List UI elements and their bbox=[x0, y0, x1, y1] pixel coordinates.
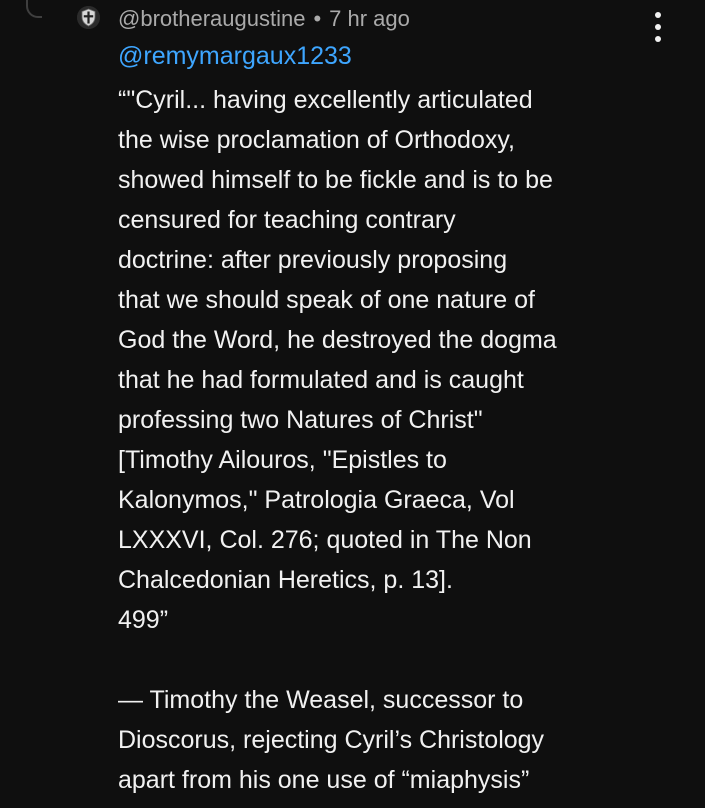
comment-line: professing two Natures of Christ" bbox=[118, 406, 483, 434]
comment-line: that we should speak of one nature of bbox=[118, 286, 535, 314]
menu-dot bbox=[655, 24, 661, 30]
menu-dot bbox=[655, 36, 661, 42]
comment-line: censured for teaching contrary bbox=[118, 206, 456, 234]
comment-line: Dioscorus, rejecting Cyril’s Christology bbox=[118, 726, 545, 754]
timestamp[interactable]: 7 hr ago bbox=[329, 6, 410, 32]
comment-line: Kalonymos," Patrologia Graeca, Vol bbox=[118, 486, 515, 514]
reply-thread-line bbox=[26, 0, 42, 18]
comment-line: — Timothy the Weasel, successor to bbox=[118, 686, 524, 714]
menu-dot bbox=[655, 12, 661, 18]
comment-blank-line bbox=[118, 640, 698, 680]
crusader-shield-icon bbox=[77, 6, 100, 29]
comment-line: [Timothy Ailouros, "Epistles to bbox=[118, 446, 447, 474]
comment-line: doctrine: after previously proposing bbox=[118, 246, 508, 274]
comment-header: @brotheraugustine • 7 hr ago bbox=[118, 2, 410, 36]
comment-line: “"Cyril... having excellently articulate… bbox=[118, 86, 533, 114]
author-handle[interactable]: @brotheraugustine bbox=[118, 6, 305, 32]
comment-line: 499” bbox=[118, 606, 169, 634]
comment-line: that he had formulated and is caught bbox=[118, 366, 524, 394]
comment-line: LXXXVI, Col. 276; quoted in The Non bbox=[118, 526, 532, 554]
comment-line: apart from his one use of “miaphysis” bbox=[118, 766, 530, 794]
comment-line: showed himself to be fickle and is to be bbox=[118, 166, 553, 194]
comment-body: “"Cyril... having excellently articulate… bbox=[118, 80, 698, 800]
comment-line: Chalcedonian Heretics, p. 13]. bbox=[118, 566, 453, 594]
avatar[interactable] bbox=[77, 6, 100, 29]
comment-line: God the Word, he destroyed the dogma bbox=[118, 326, 557, 354]
comment-line: the wise proclamation of Orthodoxy, bbox=[118, 126, 515, 154]
mention-link[interactable]: @remymargaux1233 bbox=[118, 42, 352, 71]
vertical-ellipsis-icon[interactable] bbox=[644, 12, 672, 42]
separator-dot: • bbox=[313, 6, 322, 31]
